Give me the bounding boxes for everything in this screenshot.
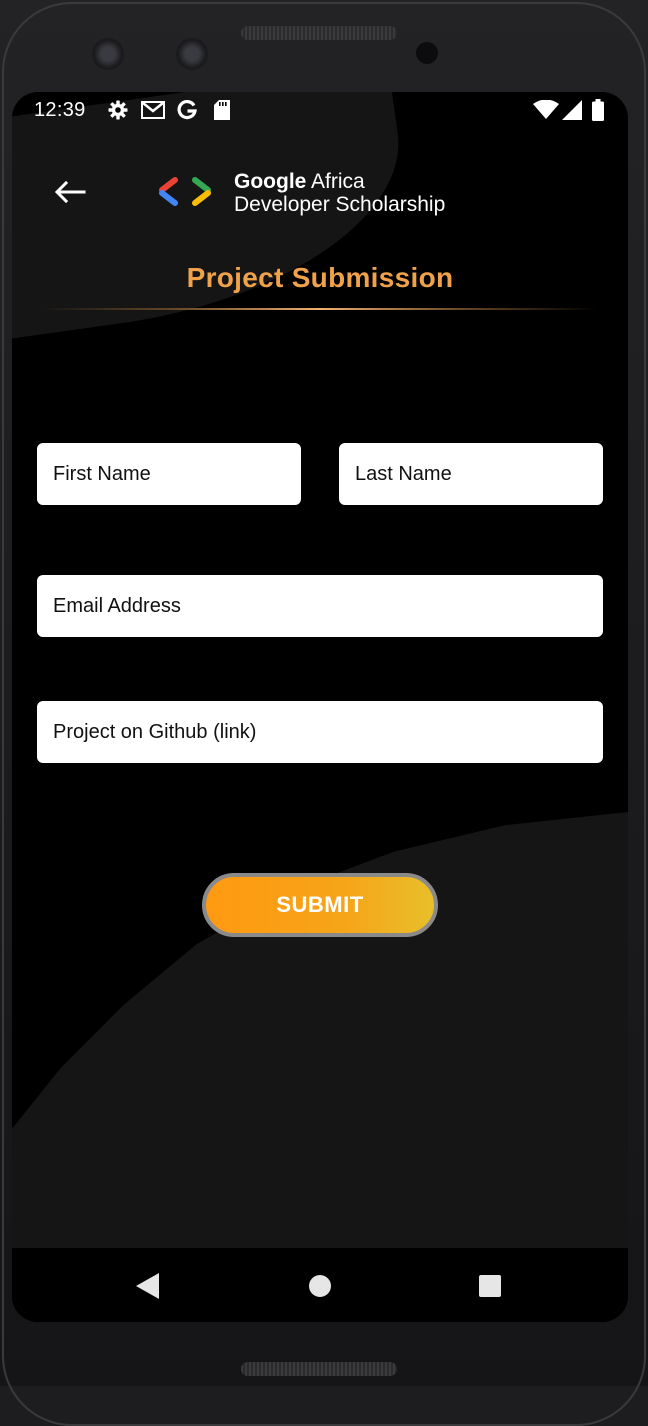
code-brackets-icon	[159, 177, 211, 206]
logo-africa-word: Africa	[306, 170, 365, 193]
phone-frame: 12:39 Google Africa Developer Scholarshi…	[0, 0, 648, 1426]
nav-back-icon	[136, 1273, 159, 1299]
submit-button[interactable]: SUBMIT	[202, 873, 438, 937]
nav-home-button[interactable]	[298, 1264, 342, 1308]
back-button[interactable]	[48, 174, 92, 210]
first-name-field[interactable]	[37, 443, 301, 505]
nav-back-button[interactable]	[126, 1264, 170, 1308]
status-bar: 12:39	[12, 92, 628, 128]
battery-icon	[590, 99, 606, 121]
google-icon	[176, 99, 198, 121]
title-divider	[42, 308, 598, 310]
nav-recents-icon	[479, 1275, 501, 1297]
logo-google-word: Google	[234, 170, 307, 193]
last-name-field[interactable]	[339, 443, 603, 505]
nav-home-icon	[309, 1275, 331, 1297]
gads-logo: Google Africa Developer Scholarship	[158, 170, 488, 224]
front-camera-right	[176, 38, 208, 70]
front-camera-left	[92, 38, 124, 70]
logo-subtitle: Developer Scholarship	[234, 193, 446, 216]
signal-icon	[561, 99, 583, 121]
bottom-speaker	[241, 1362, 397, 1376]
proximity-sensor	[416, 42, 438, 64]
earpiece-speaker	[241, 26, 397, 40]
sd-card-icon	[212, 99, 232, 121]
github-link-field[interactable]	[37, 701, 603, 763]
arrow-left-icon	[54, 181, 86, 203]
app-screen: 12:39 Google Africa Developer Scholarshi…	[12, 92, 628, 1322]
nav-recents-button[interactable]	[468, 1264, 512, 1308]
wifi-icon	[533, 99, 559, 121]
navigation-bar	[12, 1248, 628, 1322]
gmail-icon	[140, 99, 166, 121]
status-time: 12:39	[34, 99, 86, 121]
page-title: Project Submission	[186, 262, 454, 293]
settings-icon	[107, 99, 129, 121]
email-field[interactable]	[37, 575, 603, 637]
logo-title: Google Africa	[234, 170, 365, 194]
